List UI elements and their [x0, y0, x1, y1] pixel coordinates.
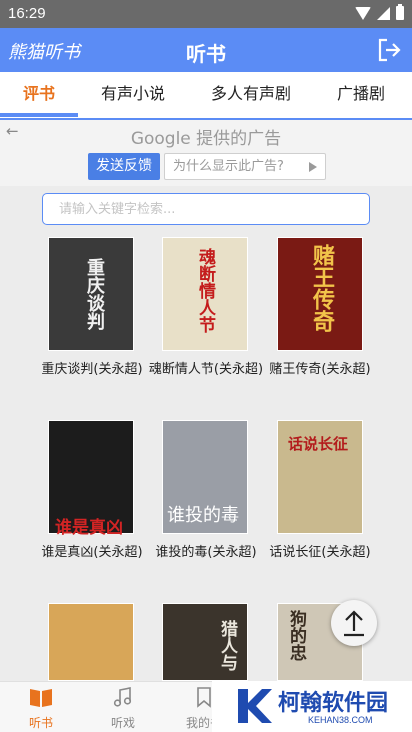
book-title[interactable]: 话说长征(关永超) — [260, 541, 380, 560]
wifi-icon — [355, 6, 371, 20]
tab-radio-drama[interactable]: 广播剧 — [337, 80, 385, 104]
watermark-name: 柯翰软件园 — [278, 691, 389, 716]
adchoices-icon — [309, 162, 317, 172]
bookmark-icon — [197, 687, 211, 708]
book-title[interactable]: 重庆谈判(关永超) — [32, 358, 152, 377]
cover-title: 魂断情人节 — [195, 248, 215, 333]
cover-title: 猎人与 — [217, 620, 237, 671]
nav-listen-books[interactable]: 听书 — [11, 686, 71, 731]
why-this-ad-label: 为什么显示此广告? — [173, 159, 284, 174]
app-bar: 熊猫听书 听书 — [0, 28, 412, 72]
book-title[interactable]: 魂断情人节(关永超) — [146, 358, 266, 377]
book-cover[interactable]: 话说长征 — [277, 420, 363, 534]
book-cover[interactable]: 谁投的毒 — [162, 420, 248, 534]
nav-listen-opera[interactable]: 听戏 — [93, 686, 153, 731]
cover-title: 狗的忠 — [286, 610, 306, 661]
book-title[interactable]: 谁是真凶(关永超) — [32, 541, 152, 560]
why-this-ad-button[interactable]: 为什么显示此广告? — [164, 153, 326, 180]
book-title[interactable]: 谁投的毒(关永超) — [146, 541, 266, 560]
scroll-to-top-button[interactable] — [331, 600, 377, 646]
send-feedback-button[interactable]: 发送反馈 — [88, 153, 160, 180]
ad-banner: ← Google 提供的广告 发送反馈 为什么显示此广告? — [0, 120, 412, 186]
status-bar: 16:29 — [0, 0, 412, 28]
book-cover[interactable]: 猎人与 — [162, 603, 248, 681]
tab-pingshu[interactable]: 评书 — [23, 80, 55, 104]
arrow-up-icon — [344, 610, 364, 637]
logout-icon[interactable] — [376, 37, 402, 63]
tab-multi-cast-drama[interactable]: 多人有声剧 — [211, 80, 291, 104]
tab-audio-novel[interactable]: 有声小说 — [101, 80, 165, 104]
battery-icon — [396, 4, 404, 20]
book-cover[interactable]: 赌王传奇 — [277, 237, 363, 351]
music-note-icon — [113, 687, 132, 707]
book-cover[interactable]: 魂断情人节 — [162, 237, 248, 351]
tab-indicator — [0, 113, 78, 117]
category-tabs: 评书 有声小说 多人有声剧 广播剧 — [0, 72, 412, 118]
nav-label: 听书 — [28, 716, 53, 730]
book-open-icon — [30, 689, 52, 707]
book-cover[interactable]: 谁是真凶 — [48, 420, 134, 538]
cover-title: 话说长征 — [288, 435, 349, 453]
search-input[interactable] — [42, 193, 370, 225]
watermark: 柯翰软件园 KEHAN38.COM — [212, 681, 412, 732]
book-cover[interactable]: 重庆谈判 — [48, 237, 134, 351]
cover-title: 谁投的毒 — [167, 505, 239, 526]
status-time: 16:29 — [8, 5, 46, 22]
cover-title: 谁是真凶 — [55, 518, 123, 538]
cover-title: 重庆谈判 — [84, 258, 105, 330]
page-title: 听书 — [186, 42, 226, 66]
nav-label: 听戏 — [110, 716, 135, 730]
book-title[interactable]: 赌王传奇(关永超) — [260, 358, 380, 377]
signal-icon — [377, 6, 390, 20]
ad-notice: Google 提供的广告 — [130, 129, 282, 149]
book-cover[interactable] — [48, 603, 134, 681]
watermark-url: KEHAN38.COM — [308, 715, 373, 725]
watermark-logo-icon — [238, 689, 272, 723]
cover-title: 赌王传奇 — [309, 244, 335, 332]
